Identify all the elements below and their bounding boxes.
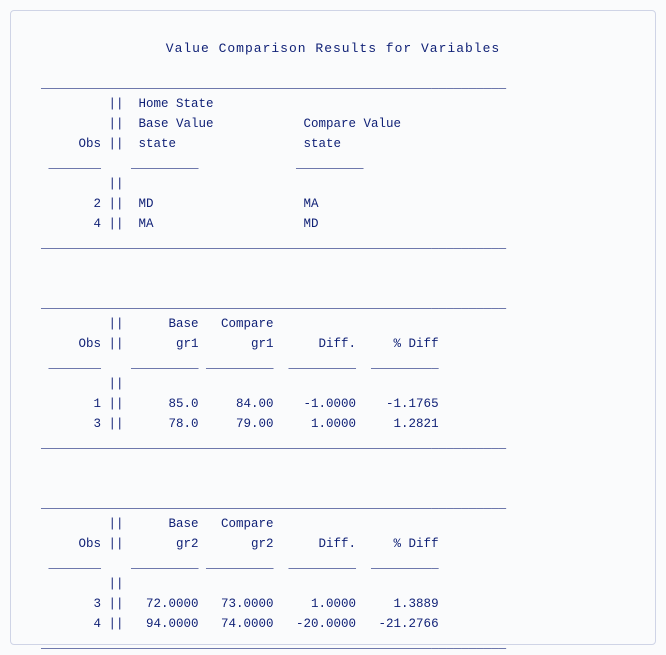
report-body: ________________________________________…	[41, 74, 625, 654]
report-title: Value Comparison Results for Variables	[41, 41, 625, 56]
report-container: Value Comparison Results for Variables _…	[10, 10, 656, 645]
